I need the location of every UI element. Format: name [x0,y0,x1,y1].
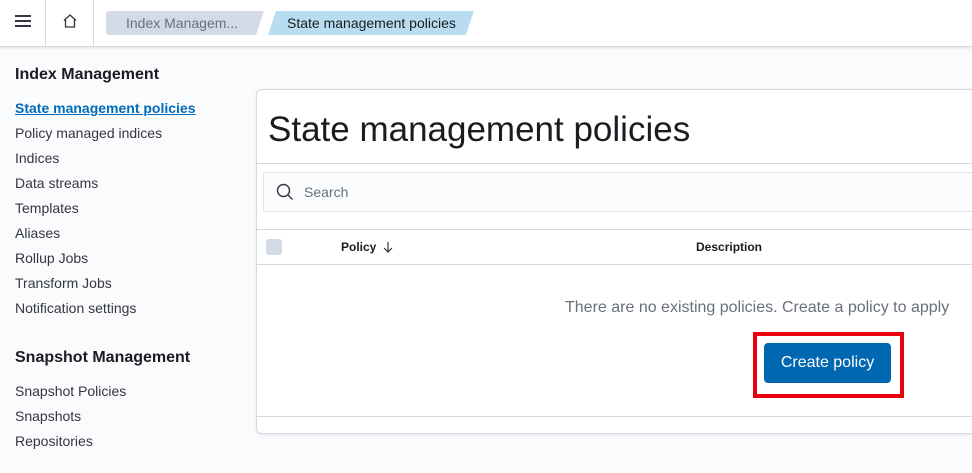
sidebar-item-snapshots[interactable]: Snapshots [15,407,245,432]
home-button[interactable] [46,0,94,47]
search-bar[interactable] [263,172,972,212]
breadcrumb-index-management[interactable]: Index Managem... [106,11,264,35]
panel-footer-divider [257,416,972,417]
column-header-description[interactable]: Description [696,240,762,254]
sidebar-item-notification-settings[interactable]: Notification settings [15,299,245,324]
sidebar-index-list: State management policies Policy managed… [15,99,245,324]
sidebar-item-state-management-policies[interactable]: State management policies [15,99,245,124]
select-all-checkbox[interactable] [266,239,282,255]
page-title: State management policies [268,110,691,149]
title-divider [257,163,972,164]
sidebar-item-policy-managed-indices[interactable]: Policy managed indices [15,124,245,149]
create-policy-button[interactable]: Create policy [764,343,891,383]
sidebar-item-templates[interactable]: Templates [15,199,245,224]
table-header: Policy Description [257,229,972,265]
sidebar-index-management-title: Index Management [15,66,160,83]
search-input[interactable] [304,184,904,200]
sidebar-item-snapshot-policies[interactable]: Snapshot Policies [15,382,245,407]
breadcrumb: Index Managem... State management polici… [106,11,474,35]
policies-panel: State management policies Policy Descrip… [256,89,972,434]
sidebar-snapshot-list: Snapshot Policies Snapshots Repositories [15,382,245,457]
home-icon [62,13,78,34]
column-header-policy[interactable]: Policy [341,240,394,254]
arrow-down-icon [382,241,394,253]
search-icon [276,183,294,201]
sidebar-item-repositories[interactable]: Repositories [15,432,245,457]
sidebar-item-indices[interactable]: Indices [15,149,245,174]
hamburger-menu-icon [14,14,31,33]
column-policy-label: Policy [341,240,377,254]
sidebar-item-data-streams[interactable]: Data streams [15,174,245,199]
breadcrumb-state-management-policies: State management policies [268,11,474,35]
empty-state-message: There are no existing policies. Create a… [565,299,950,316]
sidebar-item-rollup-jobs[interactable]: Rollup Jobs [15,249,245,274]
menu-button[interactable] [0,0,46,47]
sidebar-snapshot-management-title: Snapshot Management [15,349,191,366]
sidebar-item-aliases[interactable]: Aliases [15,224,245,249]
top-header: Index Managem... State management polici… [0,0,972,47]
sidebar: Index Management State management polici… [15,66,245,457]
sidebar-item-transform-jobs[interactable]: Transform Jobs [15,274,245,299]
